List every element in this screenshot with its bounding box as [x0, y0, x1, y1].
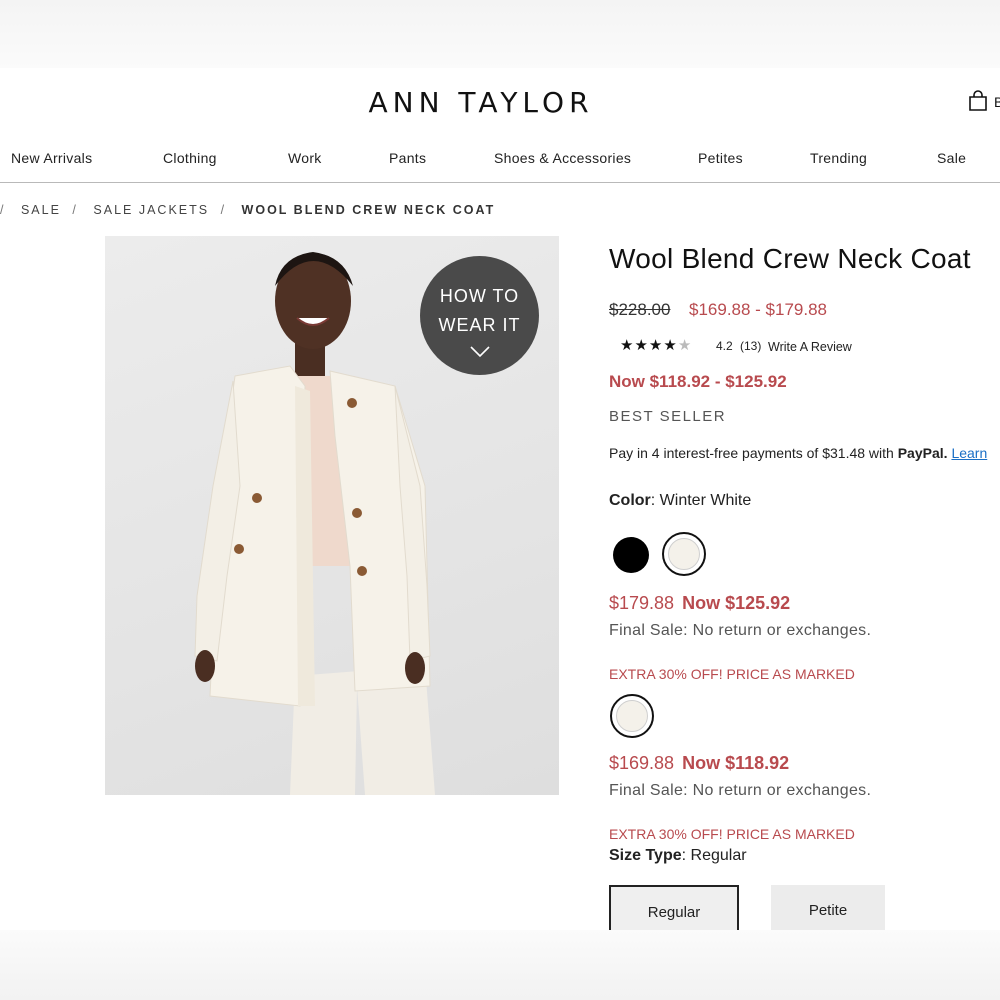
breadcrumb-sale-jackets[interactable]: SALE JACKETS [93, 203, 209, 217]
how-to-wear-it-button[interactable]: HOW TO WEAR IT [420, 256, 539, 375]
size-type-label: Size Type: Regular [609, 847, 747, 864]
color-selected: Winter White [659, 492, 752, 509]
breadcrumb: / SALE / SALE JACKETS / WOOL BLEND CREW … [0, 203, 501, 217]
star-empty-icon: ★ [677, 337, 693, 354]
nav-item-petites[interactable]: Petites [698, 150, 743, 166]
size-button-label: Petite [808, 902, 848, 919]
nav-item-trending[interactable]: Trending [810, 150, 867, 166]
write-review-link[interactable]: Write A Review [768, 340, 852, 354]
swatch-winter-white[interactable] [662, 532, 706, 576]
offer-price: $169.88 Now $118.92 [609, 753, 789, 774]
offer-price: $179.88 Now $125.92 [609, 593, 790, 614]
paypal-learn-link[interactable]: Learn [951, 445, 987, 461]
size-type-selected: Regular [690, 847, 747, 864]
size-button-petite[interactable]: Petite [771, 885, 885, 933]
final-sale-note: Final Sale: No return or exchanges. [609, 622, 872, 639]
brand-logo[interactable]: ANN TAYLOR [0, 86, 962, 119]
rating-stars[interactable]: ★★★★★ [620, 336, 692, 354]
paypal-brand: PayPal. [897, 445, 948, 461]
bottom-overlay [0, 930, 1000, 1000]
extra-off-note: EXTRA 30% OFF! PRICE AS MARKED [609, 826, 855, 842]
nav-item-work[interactable]: Work [288, 150, 322, 166]
swatch-black[interactable] [613, 537, 649, 573]
breadcrumb-separator: / [72, 203, 78, 217]
extra-off-note: EXTRA 30% OFF! PRICE AS MARKED [609, 666, 855, 682]
nav-item-clothing[interactable]: Clothing [163, 150, 217, 166]
badge-line1: HOW TO [439, 286, 520, 306]
nav-item-sale[interactable]: Sale [937, 150, 966, 166]
size-type-key: Size Type [609, 847, 682, 864]
offer-was-price: $179.88 [609, 593, 675, 613]
main-nav: New Arrivals Clothing Work Pants Shoes &… [0, 150, 1000, 183]
final-sale-note: Final Sale: No return or exchanges. [609, 782, 872, 799]
star-icon: ★ [663, 337, 678, 354]
breadcrumb-sale[interactable]: SALE [21, 203, 61, 217]
bag-label[interactable]: B [994, 94, 1000, 110]
offer-now-price: Now $118.92 [682, 753, 790, 773]
chevron-down-icon [470, 346, 490, 358]
offer-now-price: Now $125.92 [682, 593, 791, 613]
shopping-bag-icon[interactable] [968, 90, 988, 112]
rating-value: 4.2 [716, 339, 733, 353]
best-seller-badge: BEST SELLER [609, 408, 727, 425]
review-count[interactable]: (13) [740, 339, 761, 353]
color-label: Color: Winter White [609, 492, 752, 509]
nav-item-shoes-accessories[interactable]: Shoes & Accessories [494, 150, 631, 166]
top-overlay [0, 0, 1000, 68]
original-price: $228.00 [609, 300, 671, 319]
color-label-key: Color [609, 492, 651, 509]
badge-line2: WEAR IT [438, 315, 521, 335]
offer-was-price: $169.88 [609, 753, 675, 773]
star-icon: ★ [620, 337, 635, 354]
star-icon: ★ [648, 337, 664, 354]
sale-price-range: $169.88 - $179.88 [689, 300, 828, 319]
size-button-label: Regular [647, 904, 701, 921]
product-title: Wool Blend Crew Neck Coat [609, 243, 971, 274]
nav-item-new-arrivals[interactable]: New Arrivals [11, 150, 92, 166]
breadcrumb-separator: / [220, 203, 227, 217]
star-icon: ★ [634, 337, 649, 354]
paypal-message: Pay in 4 interest-free payments of $31.4… [609, 445, 987, 461]
nav-item-pants[interactable]: Pants [389, 150, 426, 166]
swatch-winter-white-alt[interactable] [610, 694, 654, 738]
breadcrumb-separator: / [0, 203, 6, 217]
now-price-range: Now $118.92 - $125.92 [609, 372, 787, 391]
paypal-text: Pay in 4 interest-free payments of $31.4… [609, 445, 898, 461]
breadcrumb-current: WOOL BLEND CREW NECK COAT [241, 203, 496, 217]
